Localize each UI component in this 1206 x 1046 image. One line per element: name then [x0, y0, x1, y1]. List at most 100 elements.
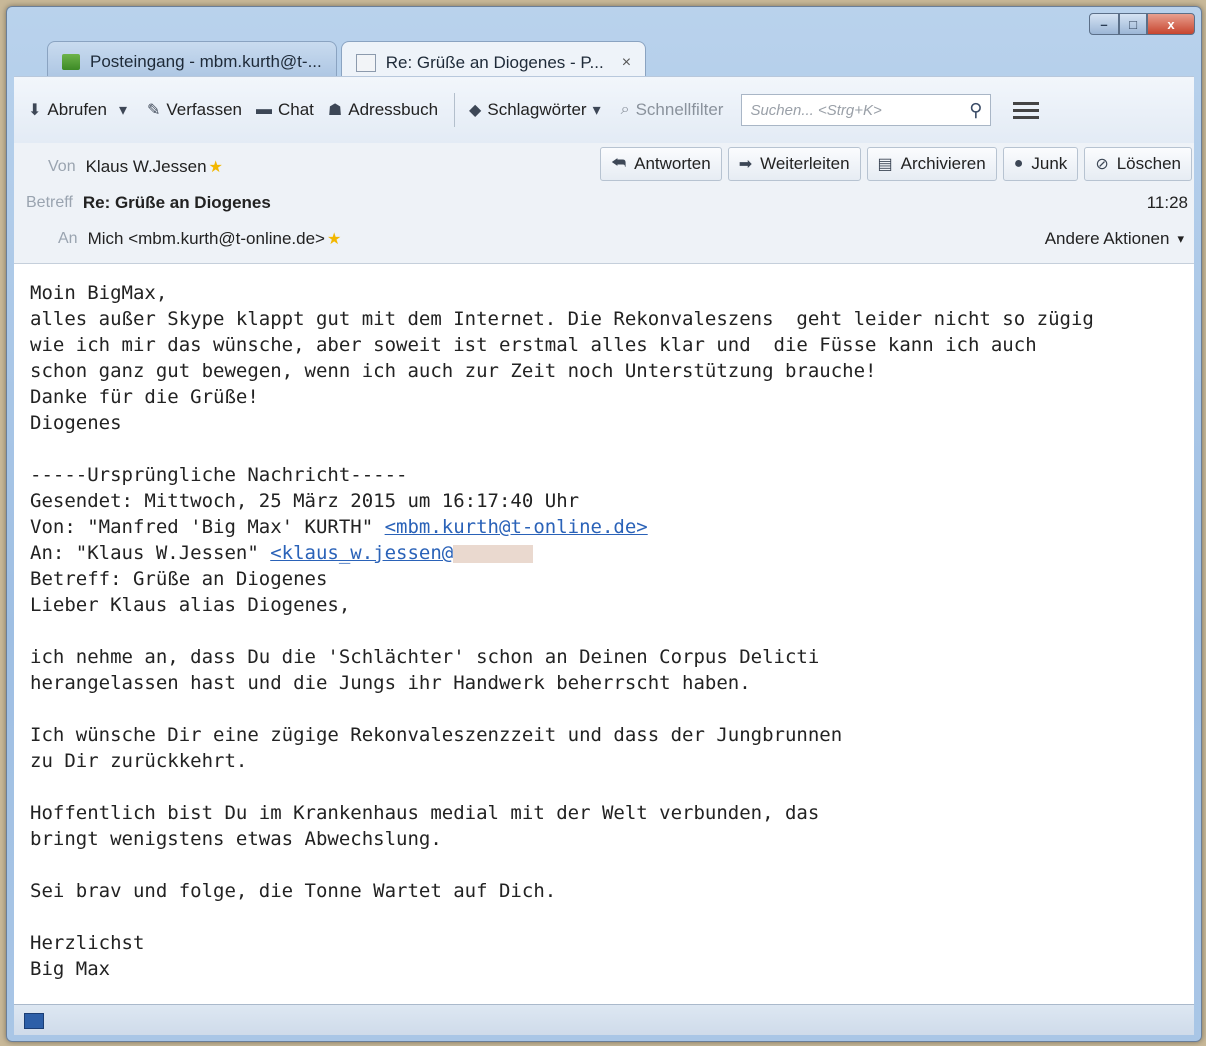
archivieren-label: Archivieren — [900, 154, 986, 173]
from-value[interactable]: Klaus W.Jessen — [86, 157, 207, 177]
hamburger-menu-icon[interactable] — [1013, 98, 1040, 123]
other-actions-label: Andere Aktionen — [1044, 229, 1170, 248]
weiterleiten-label: Weiterleiten — [760, 154, 850, 173]
tab-label: Re: Grüße an Diogenes - P... — [385, 52, 604, 72]
mail-icon — [355, 53, 376, 72]
to-row: An Mich <mbm.kurth@t-online.de> ★ — [58, 229, 341, 249]
status-bar — [14, 1004, 1194, 1035]
message-time: 11:28 — [1146, 193, 1188, 212]
tab-close-icon[interactable]: × — [622, 54, 631, 72]
to-label: An — [58, 230, 78, 247]
quote-greeting: Lieber Klaus alias Diogenes, — [30, 594, 351, 616]
window-controls: – □ x — [1089, 13, 1195, 35]
body-line: ich nehme an, dass Du die 'Schlächter' s… — [30, 646, 820, 668]
chevron-down-icon: ▾ — [1177, 231, 1184, 246]
online-status-icon[interactable] — [24, 1013, 44, 1029]
search-placeholder: Suchen... <Strg+K> — [750, 101, 882, 119]
tab-label: Posteingang - mbm.kurth@t-... — [90, 51, 322, 71]
maximize-button[interactable]: □ — [1119, 13, 1147, 35]
forward-icon: ➡ — [738, 156, 753, 173]
search-icon[interactable]: ⚲ — [969, 100, 982, 121]
quote-from: Von: "Manfred 'Big Max' KURTH" <mbm.kurt… — [30, 514, 1178, 540]
body-line: Big Max — [30, 958, 111, 980]
body-line: schon ganz gut bewegen, wenn ich auch zu… — [30, 360, 877, 382]
chat-button[interactable]: ▬ Chat — [256, 100, 314, 120]
filter-search-icon: ⌕ — [620, 101, 630, 118]
time-row: 11:28 — [1147, 193, 1188, 213]
chevron-down-icon: ▾ — [592, 102, 601, 119]
body-line: Danke für die Grüße! — [30, 386, 259, 408]
body-line: zu Dir zurückkehrt. — [30, 750, 248, 772]
subject-row: Betreff Re: Grüße an Diogenes — [26, 193, 271, 213]
other-actions-button[interactable]: Andere Aktionen ▾ — [1045, 229, 1184, 249]
body-line: Moin BigMax, — [30, 282, 168, 304]
message-actions: ⮪ Antworten ➡ Weiterleiten ▤ Archivieren… — [594, 147, 1192, 181]
body-line: bringt wenigstens etwas Abwechslung. — [30, 828, 442, 850]
to-email-link[interactable]: <klaus_w.jessen@ — [270, 542, 453, 564]
person-icon: ☗ — [327, 102, 343, 119]
body-line: wie ich mir das wünsche, aber soweit ist… — [30, 334, 1037, 356]
body-line: Diogenes — [30, 412, 122, 434]
search-input[interactable]: Suchen... <Strg+K> ⚲ — [741, 94, 992, 126]
quote-to: An: "Klaus W.Jessen" <klaus_w.jessen@ — [30, 540, 1178, 566]
schnellfilter-label: Schnellfilter — [635, 100, 724, 119]
body-line: Hoffentlich bist Du im Krankenhaus media… — [30, 802, 820, 824]
schlagwoerter-button[interactable]: ◆ Schlagwörter ▾ — [469, 100, 607, 120]
tab-inbox[interactable]: Posteingang - mbm.kurth@t-... — [47, 41, 337, 81]
quote-to-text: An: "Klaus W.Jessen" — [30, 542, 271, 564]
antworten-label: Antworten — [634, 154, 711, 173]
subject-value: Re: Grüße an Diogenes — [82, 193, 271, 212]
antworten-button[interactable]: ⮪ Antworten — [600, 147, 722, 181]
body-line: Ich wünsche Dir eine zügige Rekonvalesze… — [30, 724, 843, 746]
minimize-button[interactable]: – — [1089, 13, 1119, 35]
quote-separator: -----Ursprüngliche Nachricht----- — [30, 464, 408, 486]
from-row: Von Klaus W.Jessen ★ — [48, 157, 223, 177]
archivieren-button[interactable]: ▤ Archivieren — [866, 147, 997, 181]
junk-flame-icon: ● — [1013, 155, 1024, 172]
chevron-down-icon[interactable]: ▾ — [119, 100, 127, 120]
quote-sent: Gesendet: Mittwoch, 25 März 2015 um 16:1… — [30, 490, 580, 512]
tag-icon: ◆ — [469, 102, 482, 119]
junk-label: Junk — [1031, 154, 1068, 173]
main-toolbar: ⬇ Abrufen ▾ ✎ Verfassen ▬ Chat ☗ Adressb… — [14, 76, 1194, 144]
inbox-icon — [62, 53, 80, 70]
loeschen-button[interactable]: ⊘ Löschen — [1084, 147, 1192, 181]
quote-from-text: Von: "Manfred 'Big Max' KURTH" — [30, 516, 385, 538]
to-value[interactable]: Mich <mbm.kurth@t-online.de> — [88, 229, 325, 249]
quote-subject: Betreff: Grüße an Diogenes — [30, 568, 328, 590]
redacted-area — [453, 544, 534, 563]
verfassen-label: Verfassen — [166, 100, 242, 119]
toolbar-separator — [454, 93, 456, 127]
adressbuch-button[interactable]: ☗ Adressbuch — [328, 100, 438, 120]
reply-icon: ⮪ — [611, 155, 627, 172]
close-window-button[interactable]: x — [1147, 13, 1195, 35]
pencil-icon: ✎ — [146, 102, 161, 119]
download-icon: ⬇ — [28, 102, 42, 119]
body-line: alles außer Skype klappt gut mit dem Int… — [30, 308, 1094, 330]
subject-label: Betreff — [26, 194, 73, 211]
chat-icon: ▬ — [256, 101, 272, 118]
star-icon[interactable]: ★ — [327, 229, 341, 249]
body-line: Herzlichst — [30, 932, 145, 954]
message-header: Von Klaus W.Jessen ★ Betreff Re: Grüße a… — [14, 143, 1194, 264]
schlagwoerter-label: Schlagwörter — [487, 100, 587, 119]
from-email-link[interactable]: <mbm.kurth@t-online.de> — [385, 516, 648, 538]
delete-icon: ⊘ — [1095, 156, 1109, 173]
from-label: Von — [48, 158, 76, 175]
verfassen-button[interactable]: ✎ Verfassen — [147, 100, 242, 120]
abrufen-button[interactable]: ⬇ Abrufen ▾ — [28, 100, 133, 120]
schnellfilter-button[interactable]: ⌕ Schnellfilter — [621, 100, 724, 120]
junk-button[interactable]: ● Junk — [1002, 147, 1079, 181]
weiterleiten-button[interactable]: ➡ Weiterleiten — [727, 147, 861, 181]
body-line: herangelassen hast und die Jungs ihr Han… — [30, 672, 751, 694]
abrufen-label: Abrufen — [47, 100, 107, 119]
chat-label: Chat — [278, 100, 314, 119]
message-body: Moin BigMax, alles außer Skype klappt gu… — [14, 264, 1194, 1004]
star-icon[interactable]: ★ — [209, 157, 223, 177]
